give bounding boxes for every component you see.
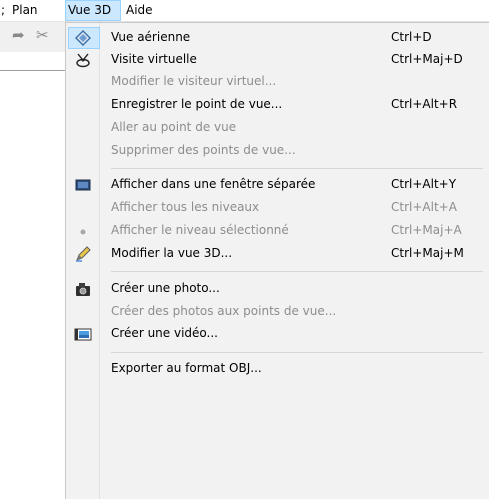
menu-bar-item-vue-3d[interactable]: Vue 3D — [65, 0, 121, 21]
menu-item-label: Visite virtuelle — [111, 52, 197, 66]
menu-item-label: Modifier la vue 3D... — [111, 246, 233, 260]
menu-separator — [111, 352, 483, 353]
pencil-icon — [76, 246, 91, 262]
menu-separator — [111, 168, 483, 169]
menu-item-label: Créer des photos aux points de vue... — [111, 304, 337, 318]
redo-icon[interactable]: ➦ — [12, 26, 25, 44]
menu-bar-item-aide[interactable]: Aide — [126, 0, 153, 21]
menu-item-modifier-vue-3d[interactable]: Modifier la vue 3D... Ctrl+Maj+M — [66, 243, 489, 265]
menu-item-afficher-niveau-selectionne[interactable]: Afficher le niveau sélectionné Ctrl+Maj+… — [66, 220, 489, 242]
menu-item-modifier-visiteur-virtuel[interactable]: Modifier le visiteur virtuel... — [66, 71, 489, 93]
menu-item-shortcut: Ctrl+Alt+A — [391, 200, 457, 214]
camera-icon — [76, 283, 90, 296]
menu-item-creer-video[interactable]: Créer une vidéo... — [66, 323, 489, 345]
menu-bar-item-truncated[interactable]: ; — [1, 0, 5, 21]
menu-item-label: Enregistrer le point de vue... — [111, 97, 283, 111]
menu-item-shortcut: Ctrl+Maj+M — [391, 246, 464, 260]
menu-item-shortcut: Ctrl+Maj+D — [391, 52, 463, 66]
menu-item-shortcut: Ctrl+Alt+R — [391, 97, 458, 111]
menu-item-shortcut: Ctrl+Alt+Y — [391, 177, 457, 191]
menu-item-label: Afficher tous les niveaux — [111, 200, 260, 214]
virtual-visitor-icon — [76, 53, 90, 68]
menu-item-afficher-tous-niveaux[interactable]: Afficher tous les niveaux Ctrl+Alt+A — [66, 197, 489, 219]
menu-item-shortcut: Ctrl+D — [391, 30, 432, 44]
menu-item-enregistrer-point-de-vue[interactable]: Enregistrer le point de vue... Ctrl+Alt+… — [66, 94, 489, 116]
vue-3d-dropdown-menu: Vue aérienne Ctrl+D Visite virtuelle Ctr… — [65, 22, 489, 499]
radio-dot-icon — [80, 229, 86, 235]
menu-item-vue-aerienne[interactable]: Vue aérienne Ctrl+D — [66, 27, 489, 49]
menu-separator — [111, 271, 483, 272]
menu-item-label: Aller au point de vue — [111, 120, 237, 134]
menu-item-creer-photos-points-de-vue[interactable]: Créer des photos aux points de vue... — [66, 301, 489, 323]
menu-item-afficher-fenetre-separee[interactable]: Afficher dans une fenêtre séparée Ctrl+A… — [66, 174, 489, 196]
menu-item-label: Supprimer des points de vue... — [111, 143, 296, 157]
cut-icon[interactable]: ✂ — [36, 26, 49, 44]
menu-item-creer-photo[interactable]: Créer une photo... — [66, 278, 489, 300]
menu-item-label: Créer une vidéo... — [111, 326, 218, 340]
toolbar: ➦ ✂ — [0, 22, 66, 52]
window-icon — [75, 179, 91, 191]
menu-item-supprimer-points-de-vue[interactable]: Supprimer des points de vue... — [66, 140, 489, 162]
menu-item-label: Afficher le niveau sélectionné — [111, 223, 289, 237]
menu-item-visite-virtuelle[interactable]: Visite virtuelle Ctrl+Maj+D — [66, 49, 489, 71]
video-icon — [74, 328, 92, 341]
menu-item-label: Exporter au format OBJ... — [111, 361, 262, 375]
menu-item-label: Modifier le visiteur virtuel... — [111, 74, 277, 88]
menu-item-aller-au-point-de-vue[interactable]: Aller au point de vue — [66, 117, 489, 139]
menu-bar: ; Plan Vue 3D Aide — [0, 0, 489, 22]
menu-bar-item-plan[interactable]: Plan — [12, 0, 38, 21]
toolbar-divider — [0, 70, 66, 71]
menu-item-shortcut: Ctrl+Maj+A — [391, 223, 462, 237]
menu-item-label: Vue aérienne — [111, 30, 191, 44]
menu-item-label: Afficher dans une fenêtre séparée — [111, 177, 316, 191]
menu-item-label: Créer une photo... — [111, 281, 220, 295]
aerial-view-icon — [75, 30, 91, 46]
menu-item-exporter-obj[interactable]: Exporter au format OBJ... — [66, 358, 489, 380]
